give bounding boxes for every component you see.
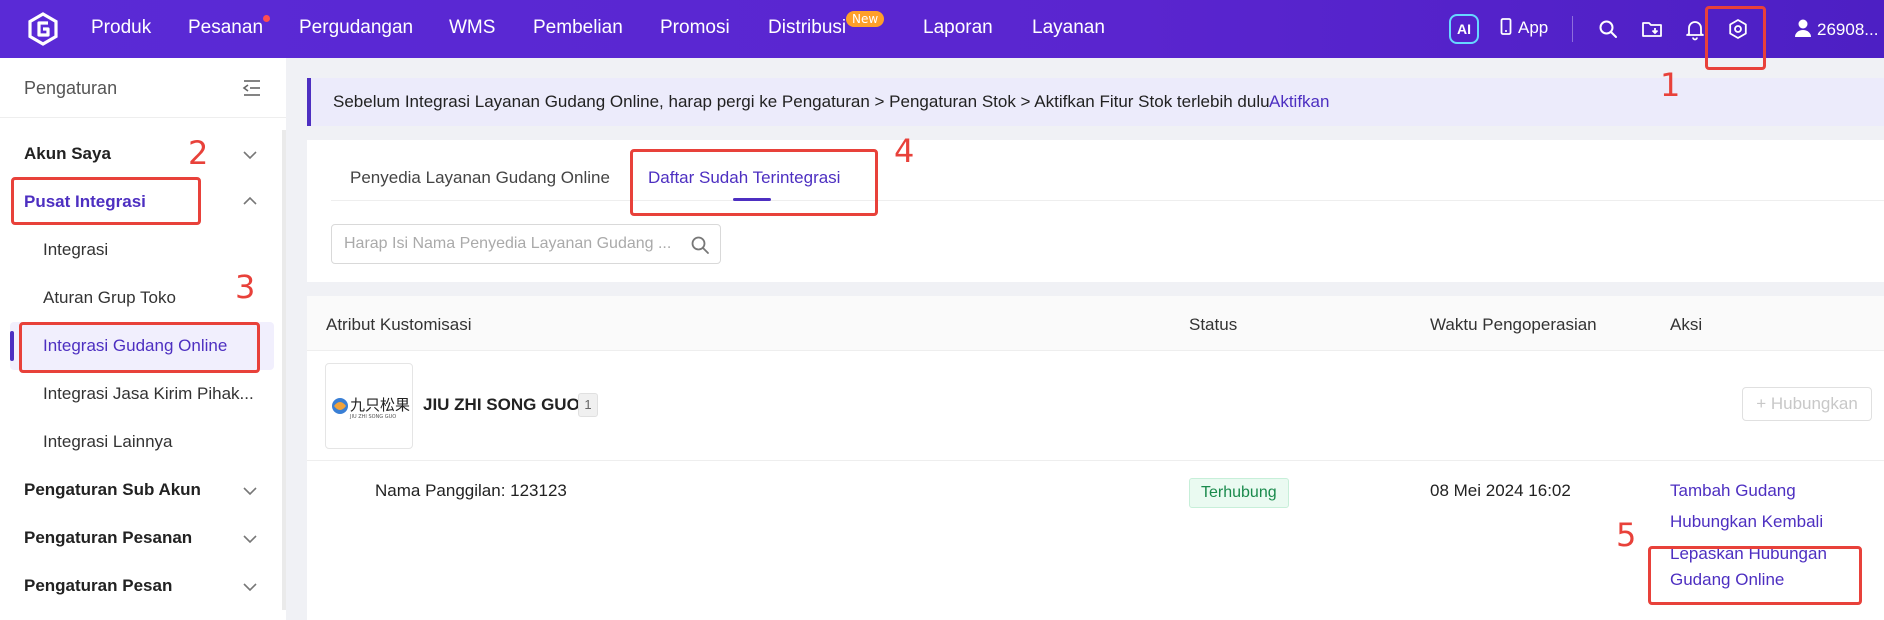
sidebar-scrollbar[interactable] [282, 130, 286, 610]
collapse-menu-icon[interactable] [242, 79, 262, 97]
sidebar-group-pengaturan-pesanan[interactable]: Pengaturan Pesanan [24, 528, 192, 548]
table-header: Atribut Kustomisasi Status Waktu Pengope… [307, 296, 1884, 351]
nav-pembelian[interactable]: Pembelian [533, 17, 623, 39]
annotation-box-4 [630, 149, 878, 216]
sidebar-item-integrasi-lainnya[interactable]: Integrasi Lainnya [43, 432, 172, 452]
notice-text: Sebelum Integrasi Layanan Gudang Online,… [333, 92, 1270, 111]
sidebar-item-aturan-grup-toko[interactable]: Aturan Grup Toko [43, 288, 176, 308]
phone-icon [1500, 18, 1512, 35]
divider [1572, 16, 1573, 42]
svg-text:JIU ZHI SONG GUO: JIU ZHI SONG GUO [349, 414, 396, 420]
search-placeholder: Harap Isi Nama Penyedia Layanan Gudang .… [344, 235, 672, 252]
chevron-down-icon[interactable] [242, 534, 258, 544]
user-label: 26908... [1817, 20, 1879, 39]
add-warehouse-link[interactable]: Tambah Gudang [1670, 478, 1796, 504]
chevron-up-icon[interactable] [242, 196, 258, 206]
tab-divider [331, 200, 1884, 201]
bell-icon[interactable] [1683, 17, 1707, 41]
sidebar-header: Pengaturan [0, 58, 286, 118]
annotation-number-5: 5 [1616, 516, 1637, 554]
annotation-number-3: 3 [235, 268, 256, 306]
reconnect-link[interactable]: Hubungkan Kembali [1670, 509, 1823, 535]
annotation-box-1 [1705, 6, 1766, 70]
sidebar-group-pengaturan-pesan[interactable]: Pengaturan Pesan [24, 576, 172, 596]
nav-produk[interactable]: Produk [91, 17, 151, 39]
search-icon[interactable] [1596, 17, 1620, 41]
app-label: App [1518, 18, 1549, 37]
operation-time: 08 Mei 2024 16:02 [1430, 481, 1571, 500]
annotation-number-1: 1 [1660, 66, 1681, 104]
column-header-waktu: Waktu Pengoperasian [1430, 315, 1597, 334]
nav-promosi[interactable]: Promosi [660, 17, 730, 39]
tabs-card: Penyedia Layanan Gudang Online Daftar Su… [307, 140, 1884, 282]
app-logo-icon[interactable] [26, 12, 60, 46]
top-navigation-bar: Produk Pesanan Pergudangan WMS Pembelian… [0, 0, 1884, 58]
notice-banner: Sebelum Integrasi Layanan Gudang Online,… [307, 78, 1884, 126]
annotation-box-3 [19, 322, 260, 373]
svg-text:九只松果: 九只松果 [350, 396, 410, 414]
chevron-down-icon[interactable] [242, 486, 258, 496]
nav-distribusi[interactable]: Distribusi [768, 17, 846, 39]
user-icon [1795, 19, 1811, 37]
nav-wms[interactable]: WMS [449, 17, 495, 39]
connect-button[interactable]: + Hubungkan [1742, 387, 1872, 421]
notification-dot [263, 15, 270, 22]
sidebar-group-akun-saya[interactable]: Akun Saya [24, 144, 111, 164]
warehouse-provider-row: 九只松果 JIU ZHI SONG GUO JIU ZHI SONG GUO 1… [307, 351, 1884, 461]
sidebar-item-integrasi[interactable]: Integrasi [43, 240, 108, 260]
new-badge: New [846, 11, 885, 27]
nav-layanan[interactable]: Layanan [1032, 17, 1105, 39]
annotation-box-2 [11, 177, 201, 225]
status-badge: Terhubung [1189, 478, 1289, 508]
annotation-box-5 [1648, 546, 1862, 605]
warehouse-logo: 九只松果 JIU ZHI SONG GUO [325, 363, 413, 449]
user-menu[interactable]: 26908... [1793, 18, 1878, 40]
annotation-number-2: 2 [188, 134, 209, 172]
app-download-button[interactable]: App [1500, 18, 1548, 38]
activate-link[interactable]: Aktifkan [1269, 92, 1329, 112]
column-header-aksi: Aksi [1670, 315, 1703, 334]
nickname-text: Nama Panggilan: 123123 [375, 481, 567, 500]
search-icon[interactable] [690, 235, 710, 255]
column-header-status: Status [1189, 315, 1238, 334]
nav-laporan[interactable]: Laporan [923, 17, 993, 39]
sidebar-title: Pengaturan [24, 78, 118, 98]
chevron-down-icon[interactable] [242, 582, 258, 592]
active-item-indicator [10, 331, 14, 361]
warehouse-name: JIU ZHI SONG GUO [423, 395, 580, 414]
annotation-number-4: 4 [894, 132, 915, 170]
download-folder-icon[interactable] [1640, 17, 1664, 41]
ai-button[interactable]: AI [1449, 14, 1479, 44]
pinecone-logo-icon: 九只松果 JIU ZHI SONG GUO [332, 396, 410, 420]
warehouse-count-badge: 1 [578, 393, 598, 417]
search-input[interactable]: Harap Isi Nama Penyedia Layanan Gudang .… [331, 224, 721, 264]
nav-pergudangan[interactable]: Pergudangan [299, 17, 413, 39]
tab-penyedia-layanan[interactable]: Penyedia Layanan Gudang Online [350, 168, 610, 188]
nav-pesanan[interactable]: Pesanan [188, 17, 263, 39]
sidebar-group-sub-akun[interactable]: Pengaturan Sub Akun [24, 480, 201, 500]
sidebar-item-integrasi-jasa-kirim[interactable]: Integrasi Jasa Kirim Pihak... [43, 384, 254, 404]
column-header-atribut: Atribut Kustomisasi [326, 315, 472, 334]
chevron-down-icon[interactable] [242, 150, 258, 160]
